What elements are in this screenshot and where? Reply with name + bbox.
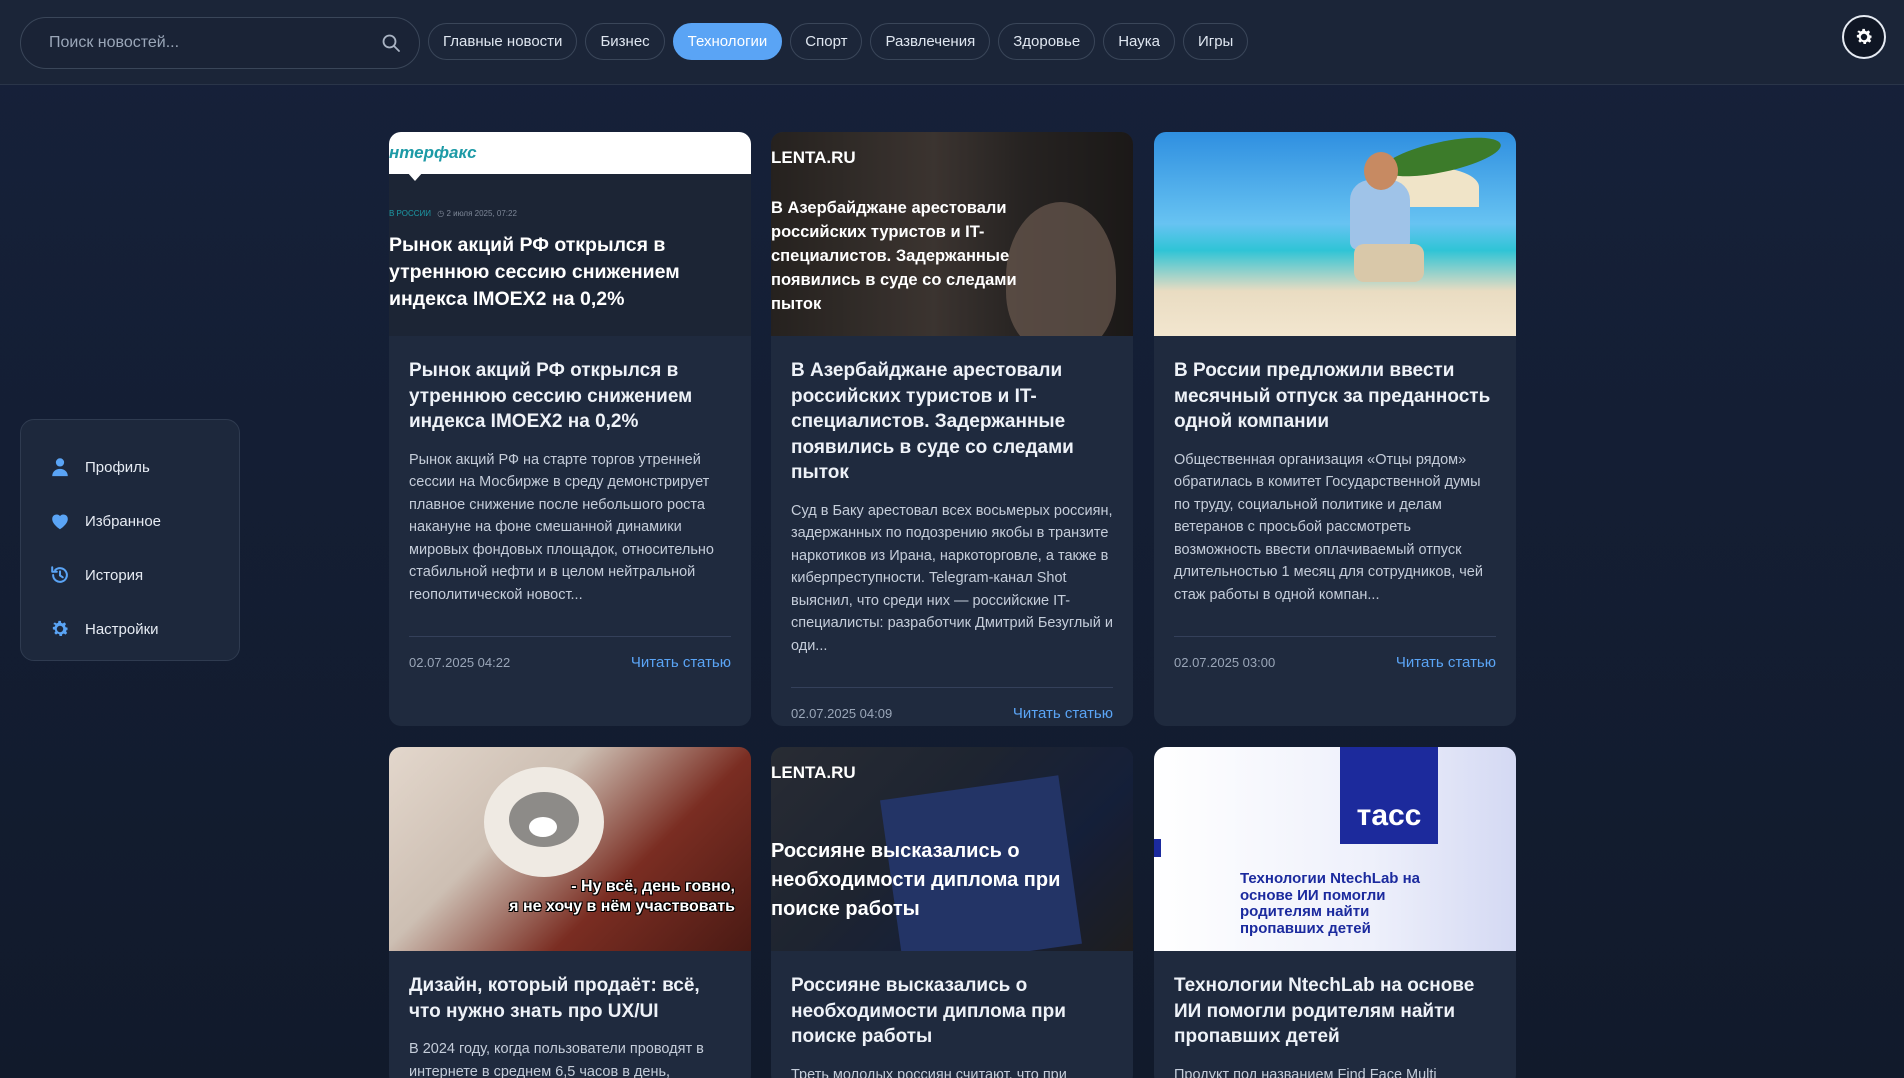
news-card[interactable]: LENTA.RU В Азербайджане арестовали росси…	[771, 132, 1133, 726]
card-excerpt: В 2024 году, когда пользователи проводят…	[409, 1041, 704, 1078]
user-icon	[52, 458, 68, 477]
image-headline: Рынок акций РФ открылся в утреннюю сесси…	[389, 234, 680, 310]
image-headline: В Азербайджане арестовали российских тур…	[771, 199, 1017, 313]
tass-logo-block: ТАСС	[1340, 747, 1438, 844]
category-tabs: Главные новости Бизнес Технологии Спорт …	[428, 23, 1249, 60]
source-logo: ТАСС	[1356, 799, 1422, 832]
card-image: - Ну всё, день говно, я не хочу в нём уч…	[389, 747, 751, 951]
tab-entertainment[interactable]: Развлечения	[870, 23, 991, 60]
tab-main-news[interactable]: Главные новости	[428, 23, 578, 60]
sidebar-item-history[interactable]: История	[21, 548, 239, 602]
news-card[interactable]: ТАСС Технологии NtechLab на основе ИИ по…	[1154, 747, 1516, 1078]
source-logo: LENTA.RU	[771, 148, 856, 167]
tab-health[interactable]: Здоровье	[998, 23, 1096, 60]
card-date: 02.07.2025 03:00	[1174, 655, 1276, 670]
search-box	[20, 17, 420, 69]
card-excerpt: Треть молодых россиян считают, что при	[791, 1066, 1067, 1078]
search-input[interactable]	[49, 18, 369, 68]
card-title[interactable]: Рынок акций РФ открылся в утреннюю сесси…	[409, 358, 731, 435]
news-card[interactable]: LENTA.RU Россияне высказались о необходи…	[771, 747, 1133, 1078]
sidebar-item-profile[interactable]: Профиль	[21, 440, 239, 494]
card-image	[1154, 132, 1516, 336]
read-article-link[interactable]: Читать статью	[1396, 654, 1496, 671]
card-image: нтерфакс В РОССИИ ◷ 2 июля 2025, 07:22 Р…	[389, 132, 751, 336]
card-excerpt: Рынок акций РФ на старте торгов утренней…	[409, 451, 714, 603]
card-excerpt: Общественная организация «Отцы рядом» об…	[1174, 451, 1483, 603]
gear-icon	[1856, 28, 1873, 45]
sidebar-item-favorites[interactable]: Избранное	[21, 494, 239, 548]
history-icon	[51, 566, 68, 583]
card-image: LENTA.RU Россияне высказались о необходи…	[771, 747, 1133, 951]
sidebar-item-label: Избранное	[85, 512, 162, 530]
read-article-link[interactable]: Читать статью	[1013, 705, 1113, 722]
sidebar-item-label: Настройки	[85, 620, 159, 638]
source-logo: нтерфакс	[389, 143, 477, 162]
tab-science[interactable]: Наука	[1103, 23, 1175, 60]
read-article-link[interactable]: Читать статью	[631, 654, 731, 671]
sidebar: Профиль Избранное История Настройки	[20, 419, 240, 661]
search-icon[interactable]	[381, 33, 401, 53]
card-image: LENTA.RU В Азербайджане арестовали росси…	[771, 132, 1133, 336]
card-date: 02.07.2025 04:09	[791, 706, 893, 721]
top-bar: Главные новости Бизнес Технологии Спорт …	[0, 0, 1904, 85]
theme-toggle-button[interactable]	[1842, 15, 1886, 59]
news-card[interactable]: - Ну всё, день говно, я не хочу в нём уч…	[389, 747, 751, 1078]
heart-icon	[52, 514, 68, 530]
gear-icon	[52, 620, 69, 637]
card-image: ТАСС Технологии NtechLab на основе ИИ по…	[1154, 747, 1516, 951]
news-card[interactable]: В России предложили ввести месячный отпу…	[1154, 132, 1516, 726]
sidebar-item-label: Профиль	[85, 458, 150, 476]
sidebar-item-label: История	[85, 566, 144, 584]
card-title[interactable]: Дизайн, который продаёт: всё, что нужно …	[409, 973, 731, 1024]
image-headline: Технологии NtechLab на основе ИИ помогли…	[1240, 870, 1421, 937]
source-logo: LENTA.RU	[771, 763, 856, 782]
image-headline: Россияне высказались о необходимости дип…	[771, 840, 1061, 920]
meta-date: 2 июля 2025, 07:22	[446, 209, 517, 218]
card-title[interactable]: В Азербайджане арестовали российских тур…	[791, 358, 1113, 486]
tab-business[interactable]: Бизнес	[585, 23, 665, 60]
news-card[interactable]: нтерфакс В РОССИИ ◷ 2 июля 2025, 07:22 Р…	[389, 132, 751, 726]
sidebar-item-settings[interactable]: Настройки	[21, 602, 239, 656]
meme-caption: - Ну всё, день говно, я не хочу в нём уч…	[509, 878, 735, 915]
tab-games[interactable]: Игры	[1182, 23, 1249, 60]
card-excerpt: Продукт под названием Find Face Multi	[1174, 1066, 1437, 1078]
card-title[interactable]: Россияне высказались о необходимости дип…	[791, 973, 1113, 1050]
card-excerpt: Суд в Баку арестовал всех восьмерых росс…	[791, 502, 1113, 654]
card-title[interactable]: В России предложили ввести месячный отпу…	[1174, 358, 1496, 435]
tab-technology[interactable]: Технологии	[672, 23, 783, 60]
meta-tag: В РОССИИ	[389, 209, 431, 218]
card-title[interactable]: Технологии NtechLab на основе ИИ помогли…	[1174, 973, 1496, 1050]
card-date: 02.07.2025 04:22	[409, 655, 511, 670]
tab-sport[interactable]: Спорт	[790, 23, 863, 60]
